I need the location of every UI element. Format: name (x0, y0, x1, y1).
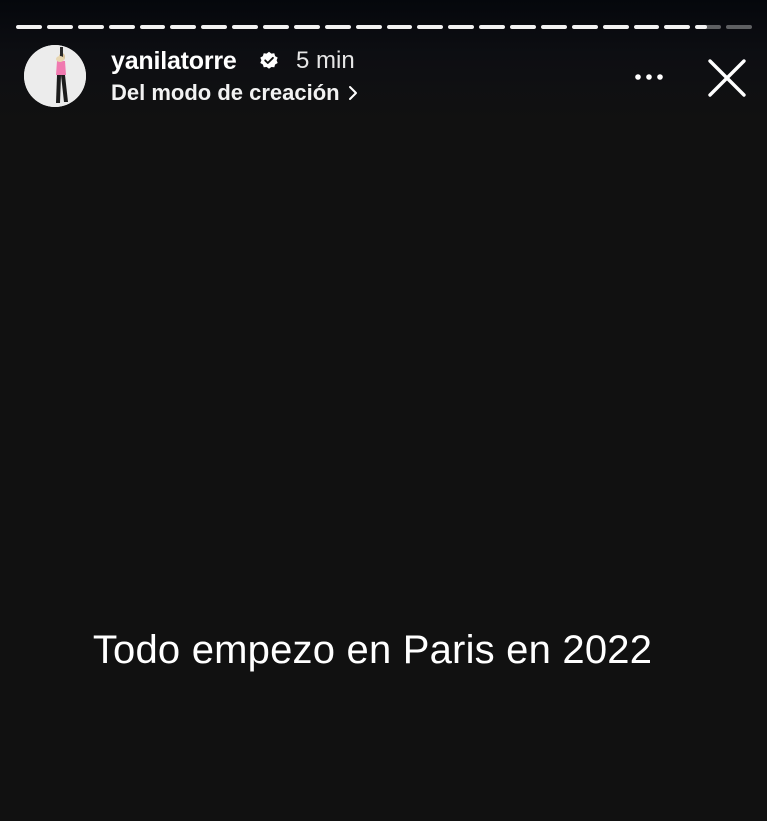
avatar-image (24, 45, 86, 107)
story-progress-segment (46, 25, 73, 29)
story-progress-segment (695, 25, 722, 29)
story-progress-segment (726, 25, 752, 29)
story-progress-segment (139, 25, 166, 29)
story-progress-segment (510, 25, 536, 29)
story-progress-fill (540, 25, 567, 29)
story-progress-fill (417, 25, 444, 29)
story-progress-segment (417, 25, 444, 29)
story-progress-segment (170, 25, 197, 29)
story-progress-fill (16, 25, 42, 29)
story-progress-fill (695, 25, 707, 29)
story-progress-fill (448, 25, 475, 29)
story-progress-segment (479, 25, 505, 29)
story-progress-fill (108, 25, 135, 29)
story-progress-segment (602, 25, 629, 29)
story-progress-fill (263, 25, 289, 29)
story-progress-segment (16, 25, 42, 29)
story-progress-segment (633, 25, 660, 29)
story-progress-fill (139, 25, 166, 29)
story-progress-fill (293, 25, 320, 29)
story-progress-segment (232, 25, 258, 29)
story-progress-fill (355, 25, 382, 29)
story-progress-fill (46, 25, 73, 29)
story-progress-fill (633, 25, 660, 29)
story-progress-segment (263, 25, 289, 29)
story-progress-fill (386, 25, 413, 29)
story-progress-segment (324, 25, 351, 29)
close-icon (708, 59, 746, 97)
story-progress-segment (293, 25, 320, 29)
creation-mode-label: Del modo de creación (111, 80, 340, 105)
post-time: 5 min (296, 47, 355, 74)
story-progress-fill (664, 25, 691, 29)
story-progress-fill (77, 25, 104, 29)
story-progress-bar (16, 25, 752, 29)
verified-badge-icon (260, 51, 278, 69)
more-horizontal-icon (635, 74, 663, 80)
story-caption: Todo empezo en Paris en 2022 (92, 628, 653, 672)
story-progress-fill (479, 25, 505, 29)
story-progress-fill (510, 25, 536, 29)
story-progress-segment (386, 25, 413, 29)
more-options-button[interactable] (630, 64, 670, 90)
story-progress-segment (355, 25, 382, 29)
story-progress-fill (232, 25, 258, 29)
story-progress-fill (324, 25, 351, 29)
story-progress-fill (602, 25, 629, 29)
avatar[interactable] (24, 45, 86, 107)
story-progress-segment (571, 25, 598, 29)
story-progress-segment (201, 25, 228, 29)
story-progress-segment (77, 25, 104, 29)
close-button[interactable] (705, 56, 749, 100)
story-progress-segment (108, 25, 135, 29)
story-progress-fill (201, 25, 228, 29)
story-progress-segment (448, 25, 475, 29)
story-progress-segment (540, 25, 567, 29)
story-progress-segment (664, 25, 691, 29)
story-progress-fill (571, 25, 598, 29)
username[interactable]: yanilatorre (111, 46, 237, 76)
chevron-right-icon (348, 86, 357, 100)
creation-mode-link[interactable]: Del modo de creación (111, 80, 358, 106)
story-progress-fill (170, 25, 197, 29)
